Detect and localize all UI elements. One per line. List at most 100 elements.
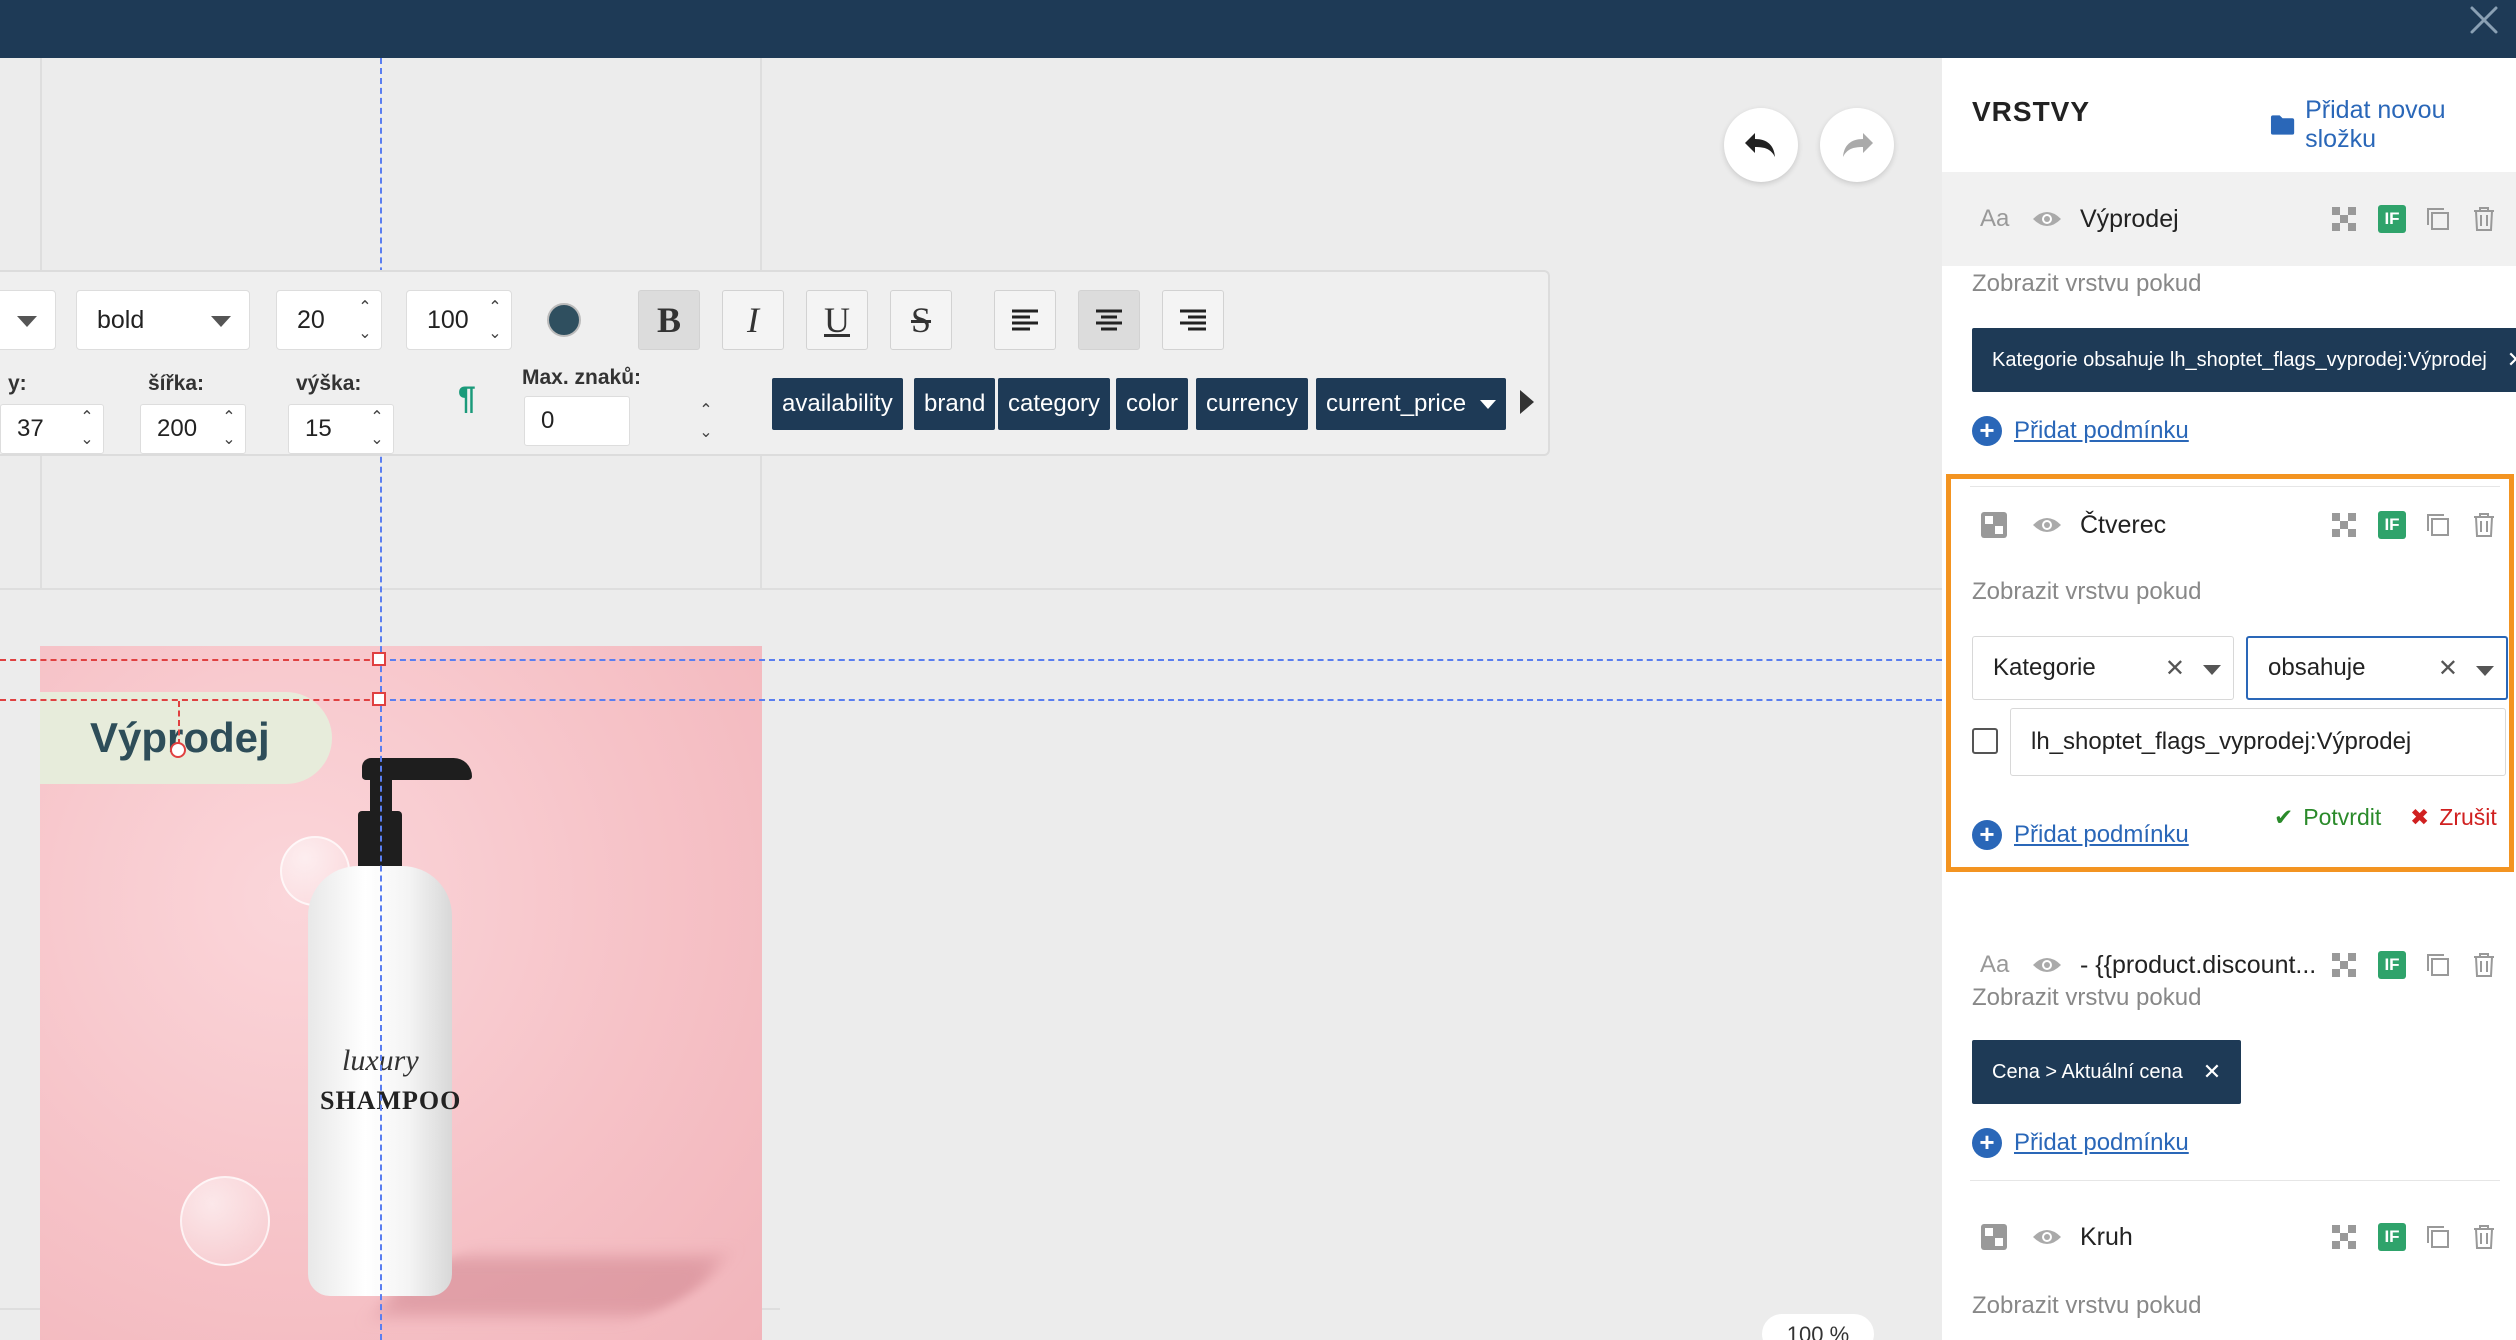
top-bar [0, 0, 2516, 58]
max-chars-value: 0 [541, 407, 555, 434]
add-folder-button[interactable]: Přidat novou složku [2270, 96, 2516, 154]
panel-title: VRSTVY [1972, 96, 2091, 127]
add-condition-link[interactable]: + Přidat podmínku [1972, 416, 2189, 446]
condition-text: Cena > Aktuální cena [1992, 1060, 2183, 1083]
resize-handle[interactable] [372, 692, 386, 706]
width-label: šířka: [148, 372, 205, 395]
redo-icon [1843, 133, 1873, 157]
chevron-down-icon [17, 316, 37, 327]
y-input[interactable]: 37 ⌃ ⌄ [0, 404, 104, 454]
eye-icon[interactable] [2032, 209, 2062, 229]
add-condition-link[interactable]: + Přidat podmínku [1972, 1128, 2189, 1158]
eye-icon[interactable] [2032, 1227, 2062, 1247]
horizontal-guide [380, 699, 1942, 701]
align-left-button[interactable] [994, 290, 1056, 350]
align-center-button[interactable] [1078, 290, 1140, 350]
layer-name: - {{product.discount... [2080, 950, 2317, 979]
resize-handle[interactable] [372, 652, 386, 666]
chevron-down-icon [1480, 400, 1496, 409]
editor-canvas[interactable]: luxury SHAMPOO Výprodej 100 % [0, 58, 1942, 1340]
text-layer-icon: Aa [1980, 951, 2010, 978]
font-family-select[interactable] [0, 290, 56, 350]
stepper[interactable]: ⌃ ⌄ [696, 402, 716, 442]
text-color-picker[interactable] [532, 290, 596, 350]
show-layer-if-label: Zobrazit vrstvu pokud [1972, 984, 2202, 1011]
redo-button[interactable] [1820, 108, 1894, 182]
shape-layer-icon [1981, 1224, 2007, 1250]
plus-circle-icon: + [1972, 416, 2002, 446]
zoom-level[interactable]: 100 % [1762, 1314, 1874, 1340]
color-swatch [547, 303, 581, 337]
duplicate-icon[interactable] [2424, 951, 2452, 979]
variable-chip[interactable]: category [998, 378, 1111, 430]
show-layer-if-label: Zobrazit vrstvu pokud [1972, 1292, 2202, 1319]
product-image[interactable]: luxury SHAMPOO Výprodej [40, 646, 762, 1340]
height-input[interactable]: 15 ⌃ ⌄ [288, 404, 394, 454]
rotation-guide [178, 701, 180, 745]
show-layer-if-label: Zobrazit vrstvu pokud [1972, 270, 2202, 297]
transparency-icon[interactable] [2330, 1223, 2358, 1251]
if-condition-badge[interactable]: IF [2378, 951, 2406, 979]
scroll-right-icon[interactable] [1520, 390, 1534, 414]
stepper[interactable]: ⌃ ⌄ [77, 409, 97, 449]
horizontal-guide [380, 659, 1942, 661]
variable-chip[interactable]: availability [772, 378, 903, 430]
remove-condition-icon[interactable]: ✕ [2203, 1059, 2221, 1085]
condition-chip[interactable]: Kategorie obsahuje lh_shoptet_flags_vypr… [1972, 328, 2516, 392]
italic-button[interactable]: I [722, 290, 784, 350]
width-input[interactable]: 200 ⌃ ⌄ [140, 404, 246, 454]
strikethrough-button[interactable]: S [890, 290, 952, 350]
stepper[interactable]: ⌃ ⌄ [367, 409, 387, 449]
align-right-button[interactable] [1162, 290, 1224, 350]
font-size-value: 20 [297, 305, 325, 334]
selection-edge [0, 659, 380, 661]
variable-chip[interactable]: currency [1196, 378, 1309, 430]
bold-button[interactable]: B [638, 290, 700, 350]
font-size-input[interactable]: 20 ⌃ ⌄ [276, 290, 382, 350]
line-height-value: 100 [427, 305, 469, 334]
font-weight-select[interactable]: bold [76, 290, 250, 350]
align-center-icon [1096, 309, 1122, 331]
add-folder-label: Přidat novou složku [2305, 96, 2446, 153]
variable-chip[interactable]: color [1116, 378, 1189, 430]
layer-row[interactable]: Kruh IF [1942, 1190, 2516, 1284]
condition-text: Kategorie obsahuje lh_shoptet_flags_vypr… [1992, 348, 2487, 371]
transparency-icon[interactable] [2330, 205, 2358, 233]
underline-button[interactable]: U [806, 290, 868, 350]
trash-icon[interactable] [2470, 205, 2498, 233]
eye-icon[interactable] [2032, 955, 2062, 975]
font-weight-value: bold [97, 305, 145, 334]
stepper[interactable]: ⌃ ⌄ [485, 299, 505, 343]
layer-row[interactable]: Aa Výprodej IF [1942, 172, 2516, 266]
paragraph-icon[interactable]: ¶ [458, 380, 476, 417]
stepper[interactable]: ⌃ ⌄ [219, 409, 239, 449]
text-layer-icon: Aa [1980, 205, 2010, 232]
trash-icon[interactable] [2470, 951, 2498, 979]
if-condition-badge[interactable]: IF [2378, 205, 2406, 233]
transparency-icon[interactable] [2330, 951, 2358, 979]
rotate-handle[interactable] [170, 742, 186, 758]
stepper[interactable]: ⌃ ⌄ [355, 299, 375, 343]
add-condition-label: Přidat podmínku [2014, 1129, 2189, 1156]
y-label: y: [8, 372, 27, 395]
duplicate-icon[interactable] [2424, 1223, 2452, 1251]
layer-name: Kruh [2080, 1222, 2133, 1251]
condition-chip[interactable]: Cena > Aktuální cena ✕ [1972, 1040, 2242, 1104]
line-height-input[interactable]: 100 ⌃ ⌄ [406, 290, 512, 350]
undo-icon [1745, 133, 1775, 157]
if-condition-badge[interactable]: IF [2378, 1223, 2406, 1251]
duplicate-icon[interactable] [2424, 205, 2452, 233]
align-left-icon [1012, 309, 1038, 331]
variable-chip[interactable]: brand [914, 378, 996, 430]
trash-icon[interactable] [2470, 1223, 2498, 1251]
max-chars-input[interactable]: 0 [524, 396, 630, 446]
close-icon[interactable] [2462, 0, 2506, 44]
selection-edge [0, 699, 380, 701]
bottle-label-name: SHAMPOO [320, 1086, 462, 1115]
remove-condition-icon[interactable]: ✕ [2507, 347, 2516, 373]
variable-chip-dropdown[interactable]: current_price [1316, 378, 1506, 430]
undo-button[interactable] [1724, 108, 1798, 182]
chevron-down-icon [211, 316, 231, 327]
canvas-boundary [0, 588, 1942, 590]
width-value: 200 [157, 415, 198, 442]
